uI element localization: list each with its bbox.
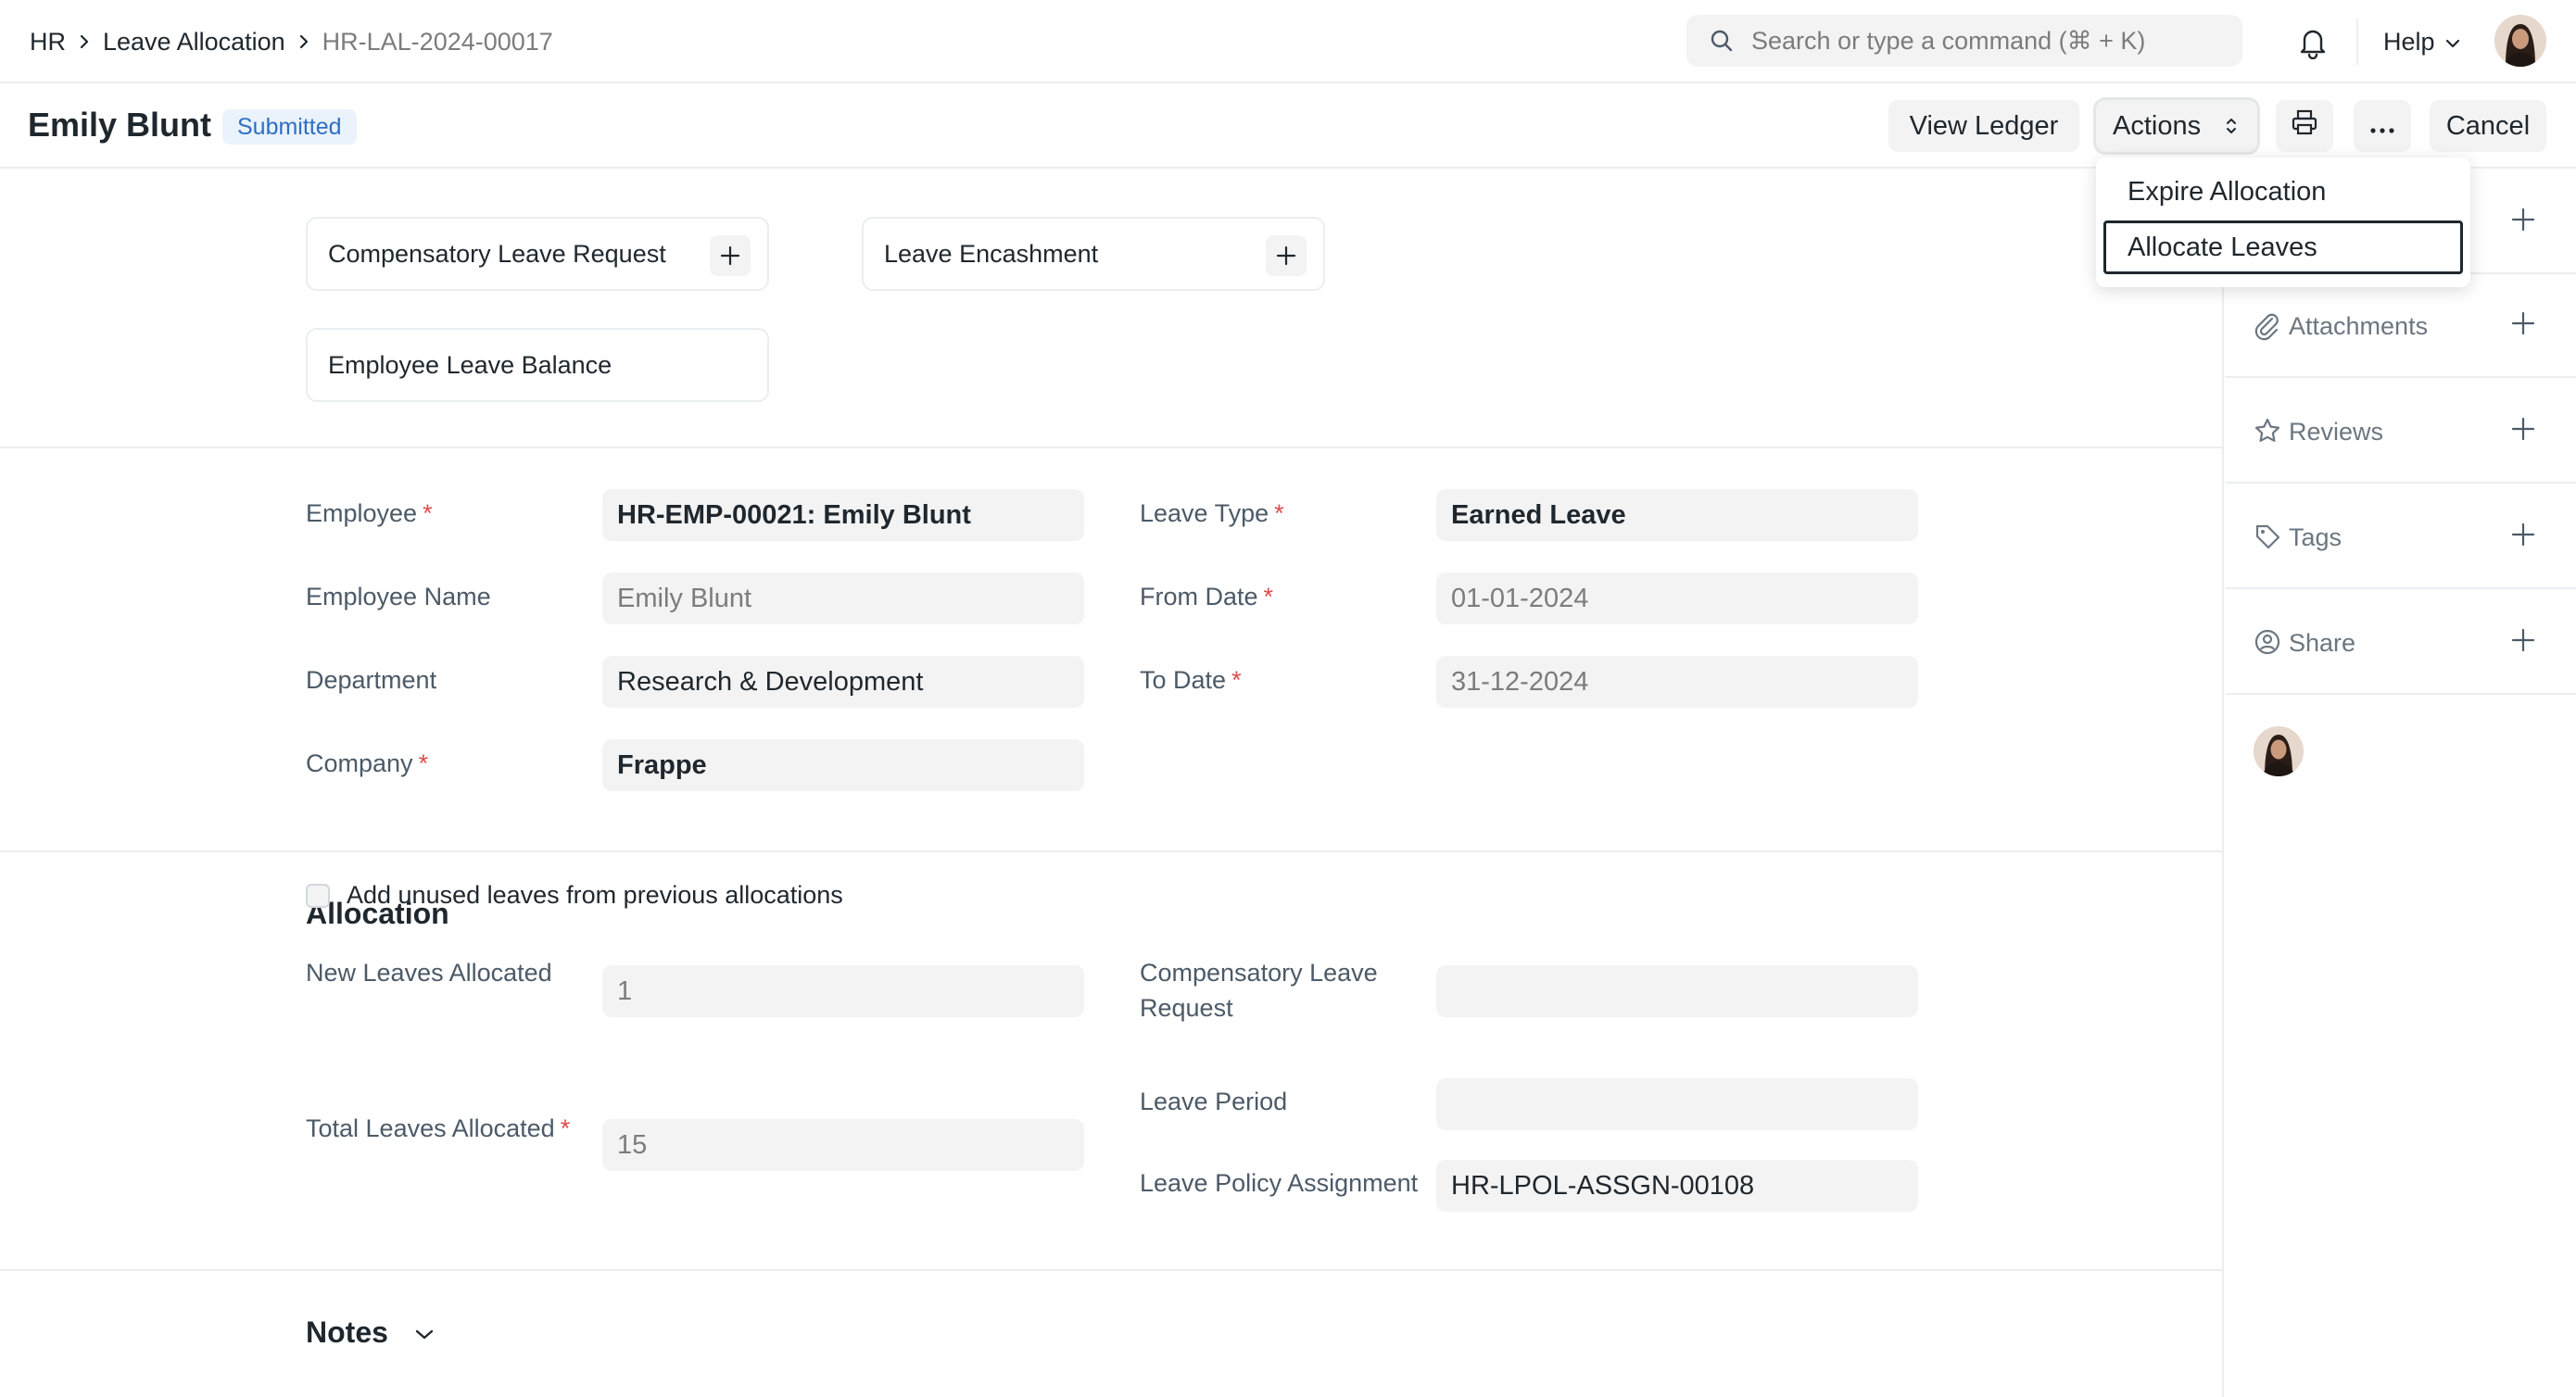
chevron-down-icon (2444, 28, 2461, 57)
sidebar-reviews[interactable]: Reviews (2226, 380, 2576, 484)
plus-icon[interactable] (710, 235, 751, 276)
bell-icon[interactable] (2296, 24, 2330, 64)
leave-period-label: Leave Period (1140, 1088, 1288, 1115)
employee-name-label: Employee Name (306, 583, 491, 610)
status-badge: Submitted (222, 109, 357, 145)
connection-label: Compensatory Leave Request (328, 239, 666, 268)
menu-item-expire-allocation[interactable]: Expire Allocation (2103, 165, 2463, 219)
help-label: Help (2383, 27, 2435, 56)
printer-icon (2290, 107, 2319, 145)
from-date-field[interactable]: 01-01-2024 (1436, 573, 1918, 624)
leave-period-field[interactable] (1436, 1078, 1918, 1130)
cancel-button[interactable]: Cancel (2430, 100, 2546, 152)
connection-label: Leave Encashment (884, 239, 1099, 268)
chevron-up-down-icon (2224, 114, 2239, 145)
share-user-icon (2254, 628, 2281, 661)
viewer-avatar[interactable] (2254, 726, 2304, 776)
actions-dropdown-menu: Expire Allocation Allocate Leaves (2096, 157, 2470, 287)
total-leaves-label: Total Leaves Allocated * (306, 1114, 571, 1142)
sidebar-label: Tags (2289, 522, 2342, 551)
more-options-button[interactable] (2354, 100, 2411, 152)
notes-section-title: Notes (306, 1315, 388, 1349)
connection-label: Employee Leave Balance (328, 350, 612, 379)
star-icon (2254, 417, 2281, 449)
form-main: Compensatory Leave Request Leave Encashm… (0, 170, 2224, 1397)
leave-type-label: Leave Type * (1140, 499, 1284, 527)
leave-type-field[interactable]: Earned Leave (1436, 489, 1918, 541)
tag-icon (2254, 522, 2281, 555)
to-date-field[interactable]: 31-12-2024 (1436, 656, 1918, 708)
plus-icon[interactable] (1266, 235, 1307, 276)
actions-button[interactable]: Actions (2096, 100, 2257, 152)
connection-compensatory-leave-request[interactable]: Compensatory Leave Request (306, 217, 769, 291)
connection-employee-leave-balance[interactable]: Employee Leave Balance (306, 328, 769, 402)
chevron-right-icon (66, 32, 103, 51)
sidebar-tags[interactable]: Tags (2226, 485, 2576, 589)
page-title: Emily Blunt (28, 106, 212, 144)
paperclip-icon (2254, 311, 2281, 346)
plus-icon[interactable] (2509, 626, 2537, 659)
sidebar-label: Attachments (2289, 311, 2429, 340)
breadcrumb: HR Leave Allocation HR-LAL-2024-00017 (30, 0, 553, 83)
employee-label: Employee * (306, 499, 433, 527)
form-sidebar: Attachments Reviews Tags Share (2226, 170, 2576, 1397)
chevron-right-icon (285, 32, 322, 51)
compensatory-request-label: Compensatory Leave Request (1140, 959, 1378, 1022)
company-field[interactable]: Frappe (602, 739, 1084, 791)
navbar-divider (2356, 19, 2358, 65)
search-input[interactable] (1751, 15, 2224, 67)
plus-icon[interactable] (2509, 521, 2537, 553)
sidebar-label: Share (2289, 628, 2356, 657)
section-divider (0, 1269, 2224, 1271)
menu-item-allocate-leaves[interactable]: Allocate Leaves (2103, 220, 2463, 274)
department-field[interactable]: Research & Development (602, 656, 1084, 708)
breadcrumb-current-doc: HR-LAL-2024-00017 (322, 27, 553, 56)
policy-assignment-field[interactable]: HR-LPOL-ASSGN-00108 (1436, 1160, 1918, 1212)
breadcrumb-hr[interactable]: HR (30, 28, 66, 57)
from-date-label: From Date * (1140, 583, 1274, 610)
connection-leave-encashment[interactable]: Leave Encashment (862, 217, 1325, 291)
carry-forward-label: Add unused leaves from previous allocati… (347, 881, 843, 909)
employee-field[interactable]: HR-EMP-00021: Emily Blunt (602, 489, 1084, 541)
plus-icon[interactable] (2509, 415, 2537, 447)
department-label: Department (306, 666, 437, 694)
company-label: Company * (306, 749, 429, 777)
new-leaves-label: New Leaves Allocated (306, 959, 552, 987)
breadcrumb-leave-allocation[interactable]: Leave Allocation (103, 28, 285, 57)
user-avatar[interactable] (2494, 15, 2546, 67)
employee-name-field: Emily Blunt (602, 573, 1084, 624)
policy-assignment-label: Leave Policy Assignment (1140, 1169, 1419, 1197)
help-menu[interactable]: Help (2383, 0, 2461, 83)
search-icon (1709, 28, 1735, 58)
page-header: Emily Blunt Submitted View Ledger Action… (0, 83, 2576, 169)
sidebar-label: Reviews (2289, 417, 2384, 446)
carry-forward-checkbox[interactable] (306, 884, 330, 908)
top-navbar: HR Leave Allocation HR-LAL-2024-00017 He… (0, 0, 2576, 83)
sidebar-share[interactable]: Share (2226, 591, 2576, 695)
search-bar[interactable] (1686, 15, 2242, 67)
print-button[interactable] (2276, 100, 2333, 152)
compensatory-request-field[interactable] (1436, 965, 1918, 1017)
ellipsis-icon (2368, 111, 2396, 142)
actions-label: Actions (2113, 110, 2202, 141)
section-divider (0, 850, 2224, 852)
notes-section-toggle[interactable]: Notes (306, 1315, 436, 1350)
section-divider (0, 447, 2224, 448)
chevron-down-icon (412, 1315, 436, 1350)
plus-icon[interactable] (2509, 309, 2537, 342)
new-leaves-field[interactable]: 1 (602, 965, 1084, 1017)
view-ledger-button[interactable]: View Ledger (1888, 100, 2079, 152)
total-leaves-field[interactable]: 15 (602, 1119, 1084, 1171)
sidebar-attachments[interactable]: Attachments (2226, 274, 2576, 378)
plus-icon[interactable] (2509, 206, 2537, 238)
to-date-label: To Date * (1140, 666, 1242, 694)
